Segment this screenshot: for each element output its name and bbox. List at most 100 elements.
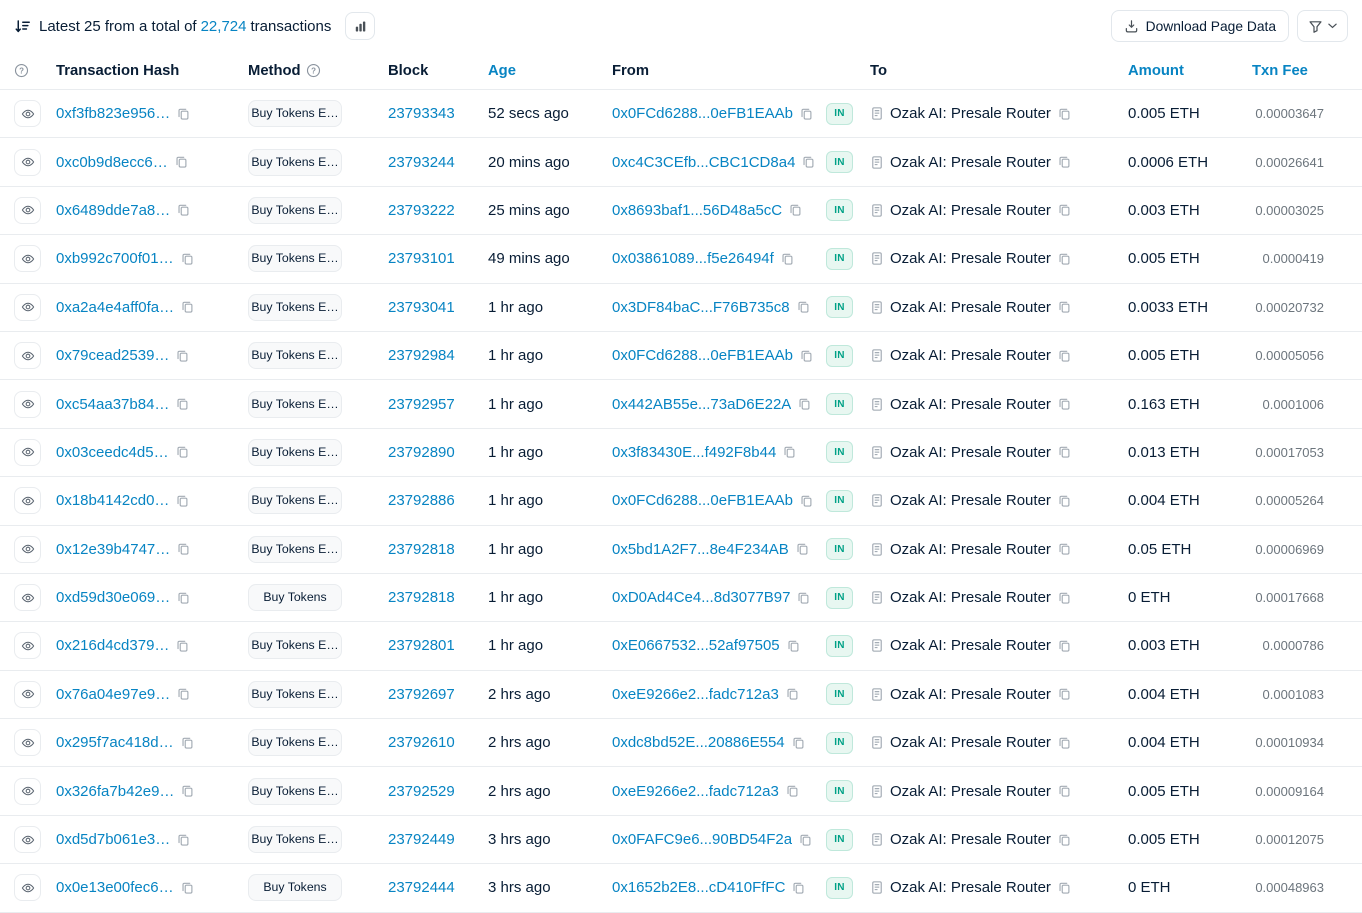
copy-icon[interactable] — [1058, 784, 1071, 798]
transaction-hash-link[interactable]: 0x79cead2539… — [56, 347, 169, 364]
from-address-link[interactable]: 0x3DF84baC...F76B735c8 — [612, 299, 790, 316]
to-address-link[interactable]: Ozak AI: Presale Router — [890, 250, 1051, 267]
copy-icon[interactable] — [181, 784, 194, 798]
copy-icon[interactable] — [1058, 203, 1071, 217]
block-number-link[interactable]: 23792818 — [388, 541, 455, 558]
transaction-hash-link[interactable]: 0xa2a4e4aff0fa… — [56, 299, 174, 316]
header-txn-fee-toggle[interactable]: Txn Fee — [1252, 63, 1308, 79]
copy-icon[interactable] — [786, 784, 799, 798]
block-number-link[interactable]: 23792886 — [388, 492, 455, 509]
block-number-link[interactable]: 23792610 — [388, 734, 455, 751]
copy-icon[interactable] — [1058, 881, 1071, 895]
copy-icon[interactable] — [783, 445, 796, 459]
to-address-link[interactable]: Ozak AI: Presale Router — [890, 589, 1051, 606]
from-address-link[interactable]: 0xD0Ad4Ce4...8d3077B97 — [612, 589, 790, 606]
total-transactions-link[interactable]: 22,724 — [201, 18, 247, 35]
preview-transaction-button[interactable] — [14, 487, 41, 515]
transaction-hash-link[interactable]: 0x18b4142cd0… — [56, 492, 169, 509]
transaction-hash-link[interactable]: 0xc0b9d8ecc6… — [56, 154, 168, 171]
copy-icon[interactable] — [786, 687, 799, 701]
block-number-link[interactable]: 23793244 — [388, 154, 455, 171]
copy-icon[interactable] — [799, 833, 812, 847]
transaction-hash-link[interactable]: 0xd59d30e069… — [56, 589, 170, 606]
to-address-link[interactable]: Ozak AI: Presale Router — [890, 831, 1051, 848]
preview-transaction-button[interactable] — [14, 826, 41, 854]
copy-icon[interactable] — [796, 542, 809, 556]
copy-icon[interactable] — [1058, 107, 1071, 121]
to-address-link[interactable]: Ozak AI: Presale Router — [890, 299, 1051, 316]
copy-icon[interactable] — [175, 155, 188, 169]
to-address-link[interactable]: Ozak AI: Presale Router — [890, 686, 1051, 703]
copy-icon[interactable] — [176, 349, 189, 363]
preview-transaction-button[interactable] — [14, 729, 41, 757]
copy-icon[interactable] — [177, 542, 190, 556]
to-address-link[interactable]: Ozak AI: Presale Router — [890, 541, 1051, 558]
to-address-link[interactable]: Ozak AI: Presale Router — [890, 396, 1051, 413]
copy-icon[interactable] — [177, 687, 190, 701]
copy-icon[interactable] — [1058, 252, 1071, 266]
to-address-link[interactable]: Ozak AI: Presale Router — [890, 444, 1051, 461]
to-address-link[interactable]: Ozak AI: Presale Router — [890, 154, 1051, 171]
from-address-link[interactable]: 0x8693baf1...56D48a5cC — [612, 202, 782, 219]
preview-transaction-button[interactable] — [14, 196, 41, 224]
from-address-link[interactable]: 0xeE9266e2...fadc712a3 — [612, 783, 779, 800]
copy-icon[interactable] — [1058, 687, 1071, 701]
block-number-link[interactable]: 23793101 — [388, 250, 455, 267]
from-address-link[interactable]: 0x3f83430E...f492F8b44 — [612, 444, 776, 461]
preview-transaction-button[interactable] — [14, 390, 41, 418]
from-address-link[interactable]: 0xE0667532...52af97505 — [612, 637, 780, 654]
to-address-link[interactable]: Ozak AI: Presale Router — [890, 492, 1051, 509]
to-address-link[interactable]: Ozak AI: Presale Router — [890, 734, 1051, 751]
preview-transaction-button[interactable] — [14, 632, 41, 660]
copy-icon[interactable] — [1058, 397, 1071, 411]
copy-icon[interactable] — [177, 107, 190, 121]
copy-icon[interactable] — [1058, 591, 1071, 605]
copy-icon[interactable] — [177, 591, 190, 605]
copy-icon[interactable] — [1058, 445, 1071, 459]
preview-transaction-button[interactable] — [14, 148, 41, 176]
transaction-hash-link[interactable]: 0xb992c700f01… — [56, 250, 174, 267]
copy-icon[interactable] — [181, 300, 194, 314]
copy-icon[interactable] — [176, 494, 189, 508]
block-number-link[interactable]: 23792984 — [388, 347, 455, 364]
transaction-hash-link[interactable]: 0x0e13e00fec6… — [56, 879, 174, 896]
copy-icon[interactable] — [800, 107, 813, 121]
from-address-link[interactable]: 0x1652b2E8...cD410FfFC — [612, 879, 785, 896]
copy-icon[interactable] — [177, 203, 190, 217]
copy-icon[interactable] — [1058, 736, 1071, 750]
to-address-link[interactable]: Ozak AI: Presale Router — [890, 783, 1051, 800]
copy-icon[interactable] — [181, 736, 194, 750]
block-number-link[interactable]: 23792529 — [388, 783, 455, 800]
to-address-link[interactable]: Ozak AI: Presale Router — [890, 105, 1051, 122]
block-number-link[interactable]: 23792818 — [388, 589, 455, 606]
from-address-link[interactable]: 0x0FCd6288...0eFB1EAAb — [612, 492, 793, 509]
copy-icon[interactable] — [181, 881, 194, 895]
from-address-link[interactable]: 0xdc8bd52E...20886E554 — [612, 734, 785, 751]
to-address-link[interactable]: Ozak AI: Presale Router — [890, 637, 1051, 654]
from-address-link[interactable]: 0x442AB55e...73aD6E22A — [612, 396, 791, 413]
header-amount-toggle[interactable]: Amount — [1128, 63, 1184, 79]
from-address-link[interactable]: 0xeE9266e2...fadc712a3 — [612, 686, 779, 703]
analytics-chart-button[interactable] — [345, 12, 376, 40]
to-address-link[interactable]: Ozak AI: Presale Router — [890, 347, 1051, 364]
block-number-link[interactable]: 23792697 — [388, 686, 455, 703]
copy-icon[interactable] — [1058, 833, 1071, 847]
block-number-link[interactable]: 23792449 — [388, 831, 455, 848]
copy-icon[interactable] — [1058, 542, 1071, 556]
block-number-link[interactable]: 23792801 — [388, 637, 455, 654]
to-address-link[interactable]: Ozak AI: Presale Router — [890, 879, 1051, 896]
transaction-hash-link[interactable]: 0xc54aa37b84… — [56, 396, 169, 413]
question-circle-icon[interactable]: ? — [306, 63, 321, 78]
copy-icon[interactable] — [802, 155, 815, 169]
preview-transaction-button[interactable] — [14, 245, 41, 273]
copy-icon[interactable] — [1058, 155, 1071, 169]
copy-icon[interactable] — [800, 494, 813, 508]
copy-icon[interactable] — [176, 639, 189, 653]
copy-icon[interactable] — [1058, 639, 1071, 653]
preview-transaction-button[interactable] — [14, 342, 41, 370]
filter-button[interactable] — [1297, 10, 1348, 42]
transaction-hash-link[interactable]: 0xd5d7b061e3… — [56, 831, 170, 848]
download-page-data-button[interactable]: Download Page Data — [1110, 10, 1289, 42]
copy-icon[interactable] — [789, 203, 802, 217]
copy-icon[interactable] — [1058, 349, 1071, 363]
